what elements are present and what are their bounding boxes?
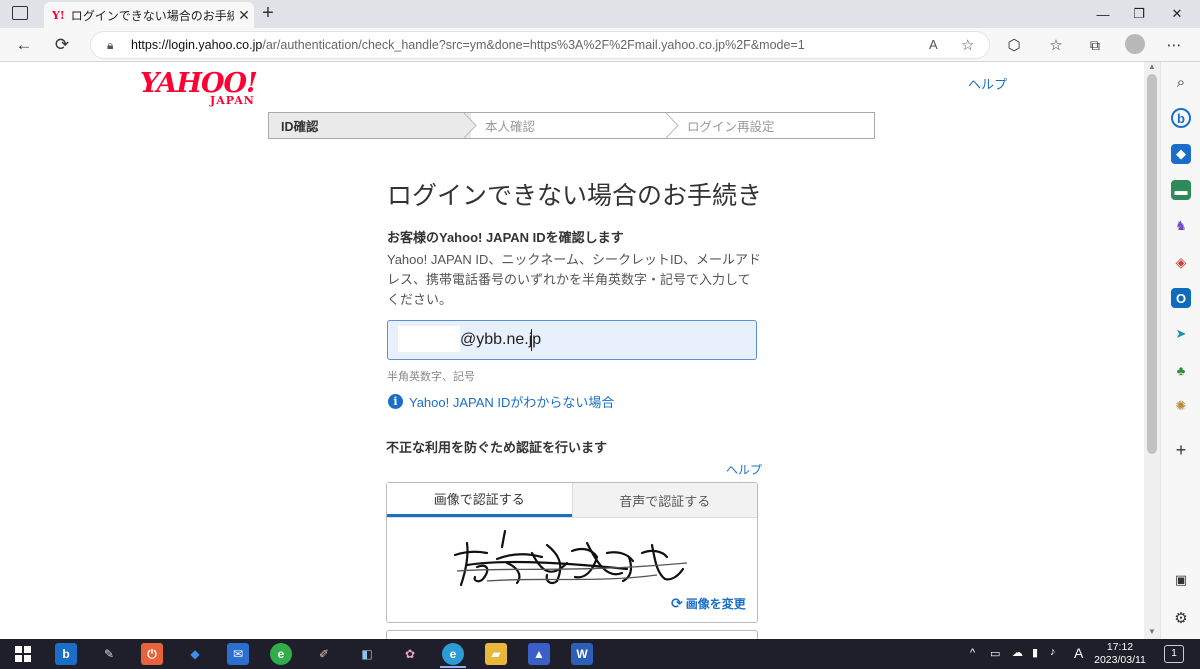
tool-app-icon[interactable]: ✎ xyxy=(98,643,120,665)
tab-actions-icon[interactable] xyxy=(12,6,28,20)
redacted-area xyxy=(398,326,460,352)
yahoo-favicon-icon: Y! xyxy=(52,8,65,22)
browser-titlebar: Y! ログインできない場合のお手続き - Ya ✕ + — ❐ ✕ xyxy=(0,0,1200,28)
web-page: YAHOO! JAPAN ヘルプ ID確認 本人確認 ログイン再設定 ログインで… xyxy=(0,62,1144,639)
games-icon[interactable]: ♞ xyxy=(1171,216,1191,236)
progress-steps: ID確認 本人確認 ログイン再設定 xyxy=(268,112,875,139)
outlook-icon[interactable]: O xyxy=(1171,288,1191,308)
dropbox-icon[interactable]: ◆ xyxy=(184,643,206,665)
shopping-tag-icon[interactable]: ◆ xyxy=(1171,144,1191,164)
add-sidebar-icon[interactable]: + xyxy=(1171,440,1191,460)
address-bar[interactable]: 🔒︎ https://login.yahoo.co.jp/ar/authenti… xyxy=(90,31,990,59)
edge-browser-icon[interactable]: e xyxy=(442,643,464,665)
id-input-value: @ybb.ne.jp xyxy=(460,331,542,348)
sidebar-toggle-icon[interactable]: ▣ xyxy=(1171,570,1191,590)
text-caret xyxy=(531,329,532,351)
mail-icon[interactable]: ✉ xyxy=(227,643,249,665)
search-icon[interactable]: ⌕ xyxy=(1171,72,1191,92)
ime-indicator[interactable]: A xyxy=(1074,645,1083,661)
new-tab-button[interactable]: + xyxy=(258,2,278,24)
battery-icon[interactable]: ▮ xyxy=(1032,646,1038,659)
scrollbar-thumb[interactable] xyxy=(1147,74,1157,454)
office-icon[interactable]: ◈ xyxy=(1171,252,1191,272)
tray-chevron-icon[interactable]: ^ xyxy=(970,647,975,659)
browser-toolbar: ← ⟳ 🔒︎ https://login.yahoo.co.jp/ar/auth… xyxy=(0,28,1200,62)
id-input[interactable]: @ybb.ne.jp xyxy=(387,320,757,360)
yahoo-japan-logo[interactable]: YAHOO! JAPAN xyxy=(140,68,258,107)
browser-tab-active[interactable]: Y! ログインできない場合のお手続き - Ya ✕ xyxy=(44,2,254,28)
windows-taskbar: b ✎ ⏻ ◆ ✉ e ✐ ◧ ✿ e ▰ ▲ W ^ ▭ ☁ ▮ ♪ A 17… xyxy=(0,639,1200,669)
help-link[interactable]: ヘルプ xyxy=(968,74,1007,93)
next-section-box xyxy=(386,630,758,639)
network-icon[interactable]: ▭ xyxy=(990,647,1000,660)
cloud-icon[interactable]: ☁ xyxy=(1012,646,1023,659)
collections-icon[interactable]: ⧉ xyxy=(1081,32,1109,58)
evernote-icon[interactable]: e xyxy=(270,643,292,665)
scroll-up-icon[interactable]: ▲ xyxy=(1148,62,1156,71)
send-icon[interactable]: ➤ xyxy=(1171,324,1191,344)
refresh-icon: ⟳ xyxy=(671,595,683,611)
tools-icon[interactable]: ▬ xyxy=(1171,180,1191,200)
favorites-icon[interactable]: ☆ xyxy=(1042,32,1070,58)
captcha-help-link[interactable]: ヘルプ xyxy=(726,461,762,478)
captcha-tabs: 画像で認証する 音声で認証する xyxy=(387,483,757,518)
bing-icon[interactable]: b xyxy=(1171,108,1191,128)
profile-avatar[interactable] xyxy=(1125,34,1145,54)
page-scrollbar[interactable]: ▲ ▼ xyxy=(1144,62,1160,639)
bing-app-icon[interactable]: b xyxy=(55,643,77,665)
step-login-reset: ログイン再設定 xyxy=(687,120,775,134)
word-icon[interactable]: W xyxy=(571,643,593,665)
info-icon: i xyxy=(388,394,403,409)
paint-app-icon[interactable]: ✐ xyxy=(313,643,335,665)
power-app-icon[interactable]: ⏻ xyxy=(141,643,163,665)
palette-icon[interactable]: ✿ xyxy=(399,643,421,665)
extension-circle-icon[interactable]: ✺ xyxy=(1171,396,1191,416)
step-id-confirm: ID確認 xyxy=(269,113,477,138)
start-windows-icon[interactable] xyxy=(12,643,34,665)
captcha-refresh-button[interactable]: ⟳ 画像を変更 xyxy=(671,595,746,612)
refresh-button[interactable]: ⟳ xyxy=(48,32,76,58)
id-section-title: お客様のYahoo! JAPAN IDを確認します xyxy=(387,230,624,245)
close-tab-icon[interactable]: ✕ xyxy=(234,7,254,24)
extensions-icon[interactable]: ⬡ xyxy=(1000,32,1028,58)
notification-icon[interactable]: 1 xyxy=(1164,645,1184,663)
id-input-hint: 半角英数字、記号 xyxy=(387,371,475,383)
tree-icon[interactable]: ♣ xyxy=(1171,360,1191,380)
captcha-box: 画像で認証する 音声で認証する ⟳ 画像を変更 xyxy=(386,482,758,623)
add-favorite-icon[interactable]: ☆ xyxy=(961,36,974,54)
active-app-indicator xyxy=(440,666,466,668)
lock-icon[interactable]: 🔒︎ xyxy=(107,38,113,53)
tab-image-captcha[interactable]: 画像で認証する xyxy=(387,483,572,517)
captcha-section-title: 不正な利用を防ぐため認証を行います xyxy=(386,440,608,455)
tab-audio-captcha[interactable]: 音声で認証する xyxy=(571,483,758,517)
file-explorer-icon[interactable]: ▰ xyxy=(485,643,507,665)
notes-app-icon[interactable]: ◧ xyxy=(356,643,378,665)
sticky-app-icon[interactable]: ▲ xyxy=(528,643,550,665)
read-aloud-icon[interactable]: A xyxy=(929,37,938,52)
step-identity: 本人確認 xyxy=(471,113,679,138)
back-button[interactable]: ← xyxy=(10,32,38,58)
page-title: ログインできない場合のお手続き xyxy=(387,182,763,210)
volume-icon[interactable]: ♪ xyxy=(1050,646,1056,658)
edge-sidebar: ⌕ b ◆ ▬ ♞ ◈ O ➤ ♣ ✺ + ▣ ⚙ xyxy=(1160,62,1200,639)
captcha-image xyxy=(453,529,688,587)
more-menu-icon[interactable]: ⋯ xyxy=(1160,32,1188,58)
id-description: Yahoo! JAPAN ID、ニックネーム、シークレットID、メールアドレス、… xyxy=(387,252,762,307)
tab-title: ログインできない場合のお手続き - Ya xyxy=(70,8,234,23)
id-help-link[interactable]: i Yahoo! JAPAN IDがわからない場合 xyxy=(388,392,614,411)
settings-gear-icon[interactable]: ⚙ xyxy=(1171,608,1191,628)
close-window-button[interactable]: ✕ xyxy=(1154,0,1200,28)
scroll-down-icon[interactable]: ▼ xyxy=(1148,627,1156,636)
url-text: https://login.yahoo.co.jp/ar/authenticat… xyxy=(131,38,805,52)
taskbar-clock[interactable]: 17:12 2023/03/11 xyxy=(1090,641,1150,667)
